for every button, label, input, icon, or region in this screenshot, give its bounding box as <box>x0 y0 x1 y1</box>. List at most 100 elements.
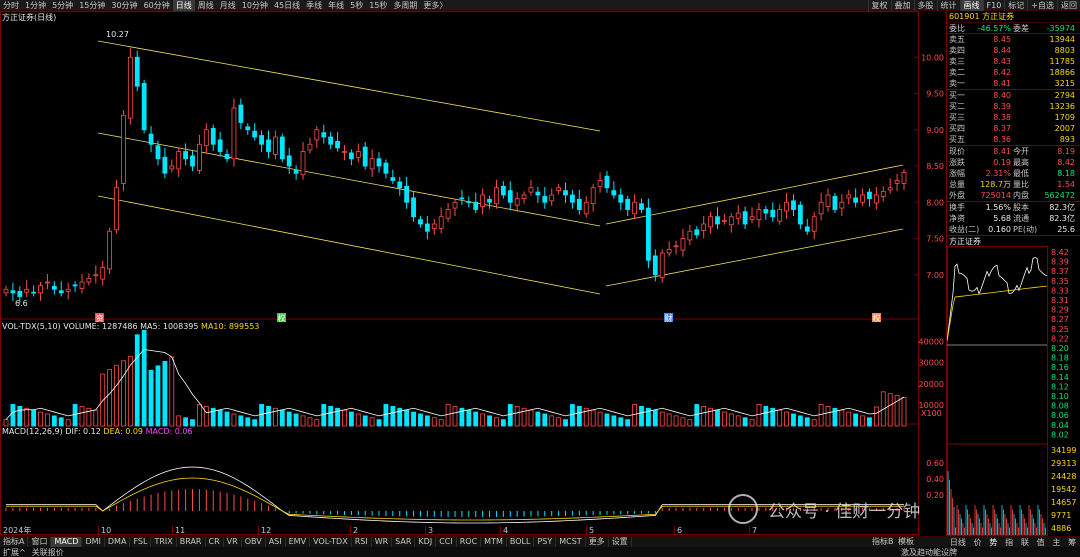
macd-tick-label: 0.20 <box>926 491 944 500</box>
mini-intraday-chart: 8.428.398.378.358.338.318.298.278.258.22… <box>947 246 1076 536</box>
indicator-tab[interactable]: WR <box>372 537 393 547</box>
expand-button[interactable]: 扩展^ <box>0 547 29 557</box>
indicator-tab[interactable]: PSY <box>534 537 557 547</box>
quote-panel: 601901 方正证券 委比 -46.57% 委差 -35974 卖五 8.45… <box>946 11 1080 536</box>
candle-body <box>121 114 126 184</box>
indicator-tab[interactable]: MACD <box>51 537 83 547</box>
indicator-tab[interactable]: EMV <box>286 537 311 547</box>
stat-label: 股本 <box>1013 203 1029 212</box>
period-tab[interactable]: 分时 <box>0 0 22 11</box>
toolbar-button[interactable]: F10 <box>982 0 1005 11</box>
volume-bar <box>445 404 451 427</box>
indicator-tab[interactable]: 设置 <box>609 537 632 547</box>
period-tab[interactable]: 更多〉 <box>420 0 450 11</box>
period-tab[interactable]: 年线 <box>325 0 347 11</box>
indicator-tab[interactable]: CCI <box>436 537 457 547</box>
volume-bar <box>65 419 71 427</box>
volume-bar <box>811 419 817 427</box>
indicator-tab[interactable]: 指标B <box>872 537 894 547</box>
stock-code-name[interactable]: 601901 方正证券 <box>947 11 1080 23</box>
volume-bar <box>431 417 437 427</box>
toolbar-button[interactable]: 画线 <box>959 0 983 11</box>
right-tab[interactable]: 筹 <box>1068 537 1076 548</box>
indicator-tab[interactable]: VR <box>224 537 242 547</box>
period-tab[interactable]: 1分钟 <box>22 0 49 11</box>
indicator-tab[interactable]: DMI <box>82 537 105 547</box>
period-tab[interactable]: 15秒 <box>366 0 390 11</box>
indicator-tab[interactable]: FSL <box>130 537 152 547</box>
indicator-tab[interactable]: MCST <box>556 537 586 547</box>
period-tab[interactable]: 多周期 <box>390 0 420 11</box>
indicator-tab[interactable]: VOL-TDX <box>310 537 352 547</box>
row-volume: 13944 <box>1049 35 1075 44</box>
period-tab[interactable]: 季线 <box>303 0 325 11</box>
period-tab[interactable]: 15分钟 <box>76 0 108 11</box>
indicator-tab[interactable]: MTM <box>481 537 507 547</box>
period-tab[interactable]: 60分钟 <box>141 0 173 11</box>
mini-vol-tick-label: 19542 <box>1051 485 1076 494</box>
period-tab[interactable]: 5分钟 <box>49 0 76 11</box>
indicator-tab[interactable]: 更多 <box>586 537 609 547</box>
row-label: 买三 <box>949 113 965 122</box>
mini-chart-title: 方正证券 <box>949 236 981 246</box>
row-price: 8.39 <box>993 102 1011 111</box>
toolbar-button[interactable]: 标记 <box>1004 0 1027 11</box>
indicator-tab[interactable]: ASI <box>266 537 286 547</box>
candle-body <box>777 209 783 222</box>
right-tab[interactable]: 指 <box>1005 537 1013 548</box>
volume-bar <box>742 417 748 427</box>
channel-line <box>97 40 601 132</box>
toolbar-button[interactable]: 返回 <box>1057 0 1080 11</box>
right-tab[interactable]: 势 <box>989 537 997 548</box>
right-tab[interactable]: 主 <box>1052 537 1060 548</box>
volume-bar <box>556 417 562 427</box>
indicator-tab[interactable]: RSI <box>352 537 372 547</box>
period-tab[interactable]: 月线 <box>217 0 239 11</box>
period-tab[interactable]: 10分钟 <box>239 0 271 11</box>
period-tab[interactable]: 45日线 <box>271 0 303 11</box>
indicator-tab[interactable]: TRIX <box>151 537 177 547</box>
toolbar-button[interactable]: 叠加 <box>890 0 914 11</box>
indicator-tab[interactable]: BOLL <box>507 537 535 547</box>
volume-bar <box>576 405 582 427</box>
volume-bar <box>604 413 610 427</box>
volume-bar <box>687 419 693 427</box>
right-tab[interactable]: 联 <box>1021 537 1029 548</box>
kline-chart-area[interactable]: 10.00 9.50 9.00 8.50 8.00 7.50 7.00 40000 30000 2… <box>0 11 946 536</box>
period-tab[interactable]: 周线 <box>195 0 217 11</box>
volume-header: VOL-TDX(5,10) VOLUME: 1287486 MA5: 10083… <box>2 322 259 331</box>
right-tab[interactable]: 值 <box>1037 537 1045 548</box>
indicator-tab[interactable]: BRAR <box>177 537 206 547</box>
toolbar-button[interactable]: 多股 <box>913 0 937 11</box>
row-volume: 11785 <box>1049 57 1075 66</box>
candle-body <box>901 172 907 184</box>
toolbar-button[interactable]: 复权 <box>867 0 891 11</box>
right-tab[interactable]: 价 <box>974 537 982 548</box>
indicator-tab[interactable]: DMA <box>105 537 131 547</box>
candle-body <box>570 194 575 203</box>
indicator-tab[interactable]: 模板 <box>898 537 914 547</box>
candle-body <box>459 197 465 200</box>
toolbar-button[interactable]: 统计 <box>936 0 960 11</box>
candle-body <box>383 162 389 174</box>
volume-bar <box>549 415 555 427</box>
related-quote-button[interactable]: 关联报价 <box>29 547 67 557</box>
indicator-tab[interactable]: 指标A <box>0 537 29 547</box>
indicator-tab[interactable]: SAR <box>392 537 416 547</box>
candle-body <box>873 194 879 204</box>
indicator-tab[interactable]: CR <box>206 537 224 547</box>
mini-tick-label: 8.14 <box>1051 373 1069 382</box>
period-tab[interactable]: 5秒 <box>347 0 366 11</box>
candle-body <box>701 223 707 231</box>
stat-value: 5.68 <box>993 214 1011 223</box>
period-tab[interactable]: 30分钟 <box>108 0 140 11</box>
toolbar-button[interactable]: +自选 <box>1027 0 1057 11</box>
indicator-tab[interactable]: 窗口 <box>28 537 52 547</box>
indicator-tab[interactable]: OBV <box>242 537 266 547</box>
indicator-tab[interactable]: KDJ <box>415 537 437 547</box>
macd-title: MACD(12,26,9) <box>2 427 63 436</box>
volume-bar <box>183 417 189 427</box>
candle-body <box>231 107 237 160</box>
indicator-tab[interactable]: ROC <box>457 537 482 547</box>
period-tab[interactable]: 日线 <box>172 0 195 11</box>
